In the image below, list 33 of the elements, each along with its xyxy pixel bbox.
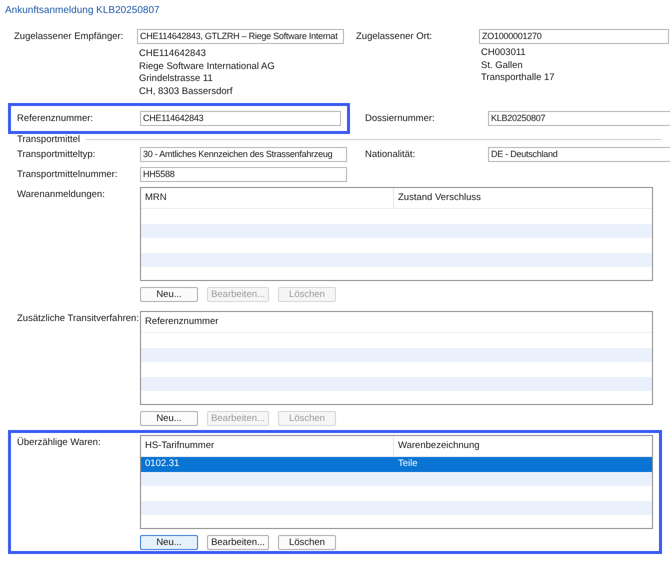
- text-field[interactable]: CHE114642843: [140, 111, 341, 126]
- text-field[interactable]: 30 - Amtliches Kennzeichen des Strassenfahrzeug: [140, 147, 347, 162]
- field-label: Transportmitteltyp:: [17, 148, 96, 162]
- action-button[interactable]: Bearbeiten...: [207, 535, 269, 550]
- window-title: Ankunftsanmeldung KLB20250807: [5, 4, 161, 18]
- field-label: Transportmittelnummer:: [17, 168, 118, 182]
- column-header[interactable]: Warenbezeichnung: [394, 436, 652, 456]
- field-label: Zugelassener Empfänger:: [14, 30, 124, 44]
- field-label: Dossiernummer:: [365, 112, 436, 126]
- field-label: Überzählige Waren:: [17, 436, 102, 450]
- address-text: CH003011 St. Gallen Transporthalle 17: [480, 46, 556, 85]
- action-button[interactable]: Neu...: [140, 411, 198, 426]
- text-field[interactable]: HH5588: [140, 167, 347, 182]
- table-row[interactable]: 0102.31 Teile: [141, 457, 652, 472]
- address-text: CHE114642843 Riege Software International AG Grindelstrasse 11 CH, 8303 Bassersdorf: [138, 47, 276, 95]
- column-header[interactable]: MRN: [141, 188, 394, 208]
- group-title: Transportmittel: [17, 134, 80, 144]
- field-label: Nationalität:: [365, 148, 416, 162]
- action-button[interactable]: Neu...: [140, 287, 198, 302]
- table-cell-text: Teile: [397, 457, 419, 471]
- text-field[interactable]: ZO1000001270: [479, 29, 669, 44]
- field-label: Referenznummer:: [17, 112, 94, 126]
- action-button[interactable]: Neu...: [140, 535, 198, 550]
- column-header[interactable]: Zustand Verschluss: [394, 188, 652, 208]
- field-label: Zugelassener Ort:: [356, 30, 434, 44]
- text-field[interactable]: DE - Deutschland: [488, 147, 670, 162]
- column-header[interactable]: Referenznummer: [141, 312, 652, 332]
- text-field[interactable]: KLB20250807: [488, 111, 670, 126]
- column-header[interactable]: HS-Tarifnummer: [141, 436, 394, 456]
- field-label: Zusätzliche Transitverfahren:: [17, 312, 140, 326]
- field-label: Warenanmeldungen:: [17, 188, 106, 202]
- text-field[interactable]: CHE114642843, GTLZRH – Riege Software Internat: [137, 29, 344, 44]
- action-button[interactable]: Löschen: [278, 535, 336, 550]
